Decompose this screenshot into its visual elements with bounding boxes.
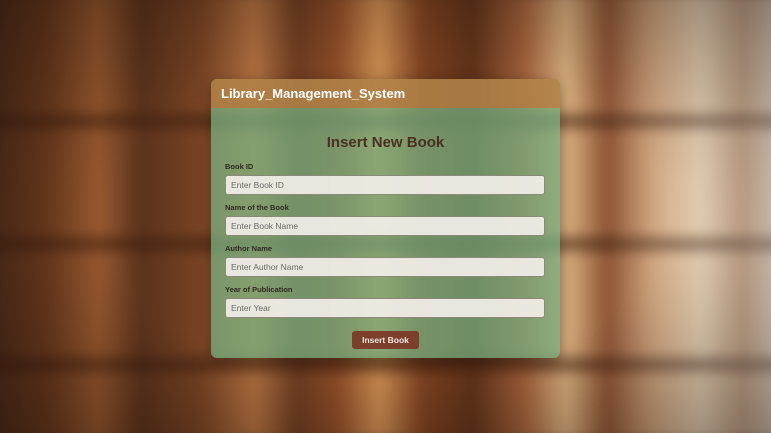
insert-book-card: Library_Management_System Insert New Boo…	[211, 79, 560, 358]
author-name-input[interactable]	[225, 257, 545, 277]
book-id-input[interactable]	[225, 175, 545, 195]
publication-year-label: Year of Publication	[225, 285, 293, 294]
insert-book-form: Insert New Book Book ID Name of the Book…	[211, 108, 560, 358]
author-name-field-group: Author Name	[225, 243, 546, 279]
publication-year-input[interactable]	[225, 298, 545, 318]
page: Library_Management_System Insert New Boo…	[0, 0, 771, 433]
publication-year-field-group: Year of Publication	[225, 284, 546, 320]
book-id-field-group: Book ID	[225, 161, 546, 197]
insert-book-button[interactable]: Insert Book	[352, 331, 419, 349]
book-id-label: Book ID	[225, 162, 254, 171]
book-name-label: Name of the Book	[225, 203, 289, 212]
card-header: Library_Management_System	[211, 79, 560, 108]
author-name-label: Author Name	[225, 244, 273, 253]
book-name-input[interactable]	[225, 216, 545, 236]
app-title: Library_Management_System	[221, 86, 406, 101]
submit-row: Insert Book	[225, 330, 546, 349]
book-name-field-group: Name of the Book	[225, 202, 546, 238]
form-heading: Insert New Book	[326, 134, 445, 151]
